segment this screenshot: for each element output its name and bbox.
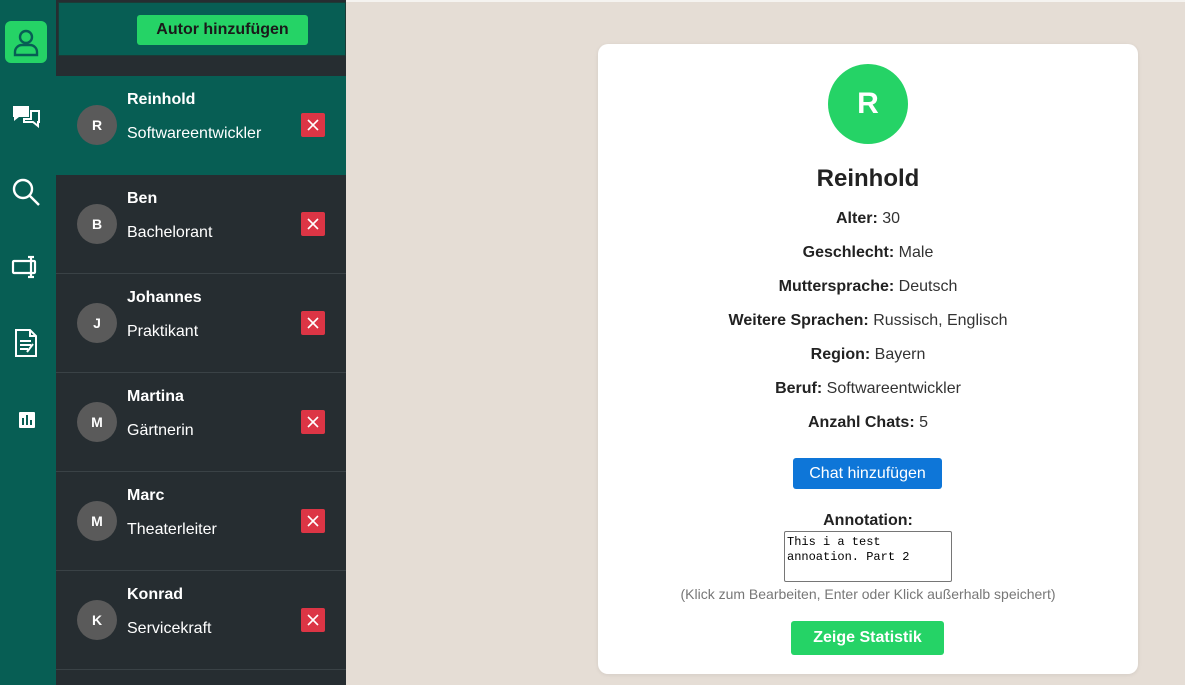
- field-value: Deutsch: [898, 278, 958, 295]
- delete-author-button[interactable]: [301, 608, 325, 632]
- device-icon: [11, 255, 37, 279]
- delete-author-button[interactable]: [301, 410, 325, 434]
- icon-sidebar: [0, 0, 56, 685]
- add-author-button[interactable]: Autor hinzufügen: [137, 15, 308, 45]
- profile-field-occupation: Beruf: Softwareentwickler: [598, 380, 1138, 398]
- field-label: Alter:: [835, 210, 878, 227]
- author-avatar: R: [77, 105, 117, 145]
- annotation-label: Annotation:: [823, 512, 913, 529]
- field-value: Male: [898, 244, 934, 261]
- author-list-header: Autor hinzufügen: [58, 2, 346, 56]
- author-name: Martina: [127, 388, 184, 405]
- author-role: Theaterleiter: [127, 521, 217, 538]
- delete-author-button[interactable]: [301, 113, 325, 137]
- profile-field-age: Alter: 30: [598, 210, 1138, 228]
- author-avatar: B: [77, 204, 117, 244]
- author-name: Konrad: [127, 586, 183, 603]
- author-item[interactable]: J Johannes Praktikant: [56, 274, 346, 373]
- field-label: Muttersprache:: [778, 278, 895, 295]
- author-avatar: M: [77, 501, 117, 541]
- author-role: Bachelorant: [127, 224, 213, 241]
- author-role: Softwareentwickler: [127, 125, 262, 142]
- document-icon: [15, 329, 37, 357]
- nav-statistics-button[interactable]: [5, 398, 47, 440]
- author-item[interactable]: M Marc Theaterleiter: [56, 472, 346, 571]
- add-chat-button[interactable]: Chat hinzufügen: [793, 458, 942, 489]
- author-name: Marc: [127, 487, 165, 504]
- nav-device-button[interactable]: [5, 246, 47, 288]
- nav-chats-button[interactable]: [5, 96, 47, 138]
- field-value: 30: [882, 210, 901, 227]
- annotation-hint: (Klick zum Bearbeiten, Enter oder Klick …: [680, 586, 1056, 602]
- field-label: Geschlecht:: [802, 244, 895, 261]
- delete-author-button[interactable]: [301, 212, 325, 236]
- author-avatar: M: [77, 402, 117, 442]
- field-label: Beruf:: [775, 380, 823, 397]
- close-icon: [307, 515, 319, 527]
- profile-field-other-languages: Weitere Sprachen: Russisch, Englisch: [598, 312, 1138, 330]
- field-value: Russisch, Englisch: [873, 312, 1008, 329]
- bar-chart-icon: [19, 412, 35, 428]
- profile-field-native-language: Muttersprache: Deutsch: [598, 278, 1138, 296]
- author-avatar: K: [77, 600, 117, 640]
- profile-name: Reinhold: [816, 165, 920, 192]
- profile-card: R Reinhold Alter: 30 Geschlecht: Male Mu…: [598, 44, 1138, 674]
- user-icon: [13, 29, 39, 57]
- nav-authors-button[interactable]: [5, 21, 47, 63]
- author-item[interactable]: B Ben Bachelorant: [56, 175, 346, 274]
- close-icon: [307, 614, 319, 626]
- profile-avatar: R: [828, 64, 908, 144]
- search-icon: [12, 178, 40, 206]
- author-name: Reinhold: [127, 91, 196, 108]
- profile-field-region: Region: Bayern: [598, 346, 1138, 364]
- close-icon: [307, 218, 319, 230]
- field-value: 5: [919, 414, 929, 431]
- author-role: Gärtnerin: [127, 422, 194, 439]
- author-name: Johannes: [127, 289, 202, 306]
- author-item[interactable]: M Martina Gärtnerin: [56, 373, 346, 472]
- main-area: R Reinhold Alter: 30 Geschlecht: Male Mu…: [346, 0, 1185, 685]
- field-value: Bayern: [874, 346, 926, 363]
- author-avatar: J: [77, 303, 117, 343]
- profile-field-chat-count: Anzahl Chats: 5: [598, 414, 1138, 432]
- author-name: Ben: [127, 190, 158, 207]
- show-statistics-button[interactable]: Zeige Statistik: [791, 621, 944, 655]
- delete-author-button[interactable]: [301, 311, 325, 335]
- field-value: Softwareentwickler: [826, 380, 961, 397]
- author-role: Servicekraft: [127, 620, 212, 637]
- nav-search-button[interactable]: [5, 171, 47, 213]
- author-list-panel: Autor hinzufügen R Reinhold Softwareentw…: [56, 0, 346, 685]
- author-item[interactable]: K Konrad Servicekraft: [56, 571, 346, 670]
- nav-documents-button[interactable]: [5, 322, 47, 364]
- field-label: Weitere Sprachen:: [728, 312, 869, 329]
- close-icon: [307, 119, 319, 131]
- annotation-textarea[interactable]: This i a test annoation. Part 2: [784, 531, 952, 582]
- field-label: Region:: [810, 346, 871, 363]
- profile-field-gender: Geschlecht: Male: [598, 244, 1138, 262]
- delete-author-button[interactable]: [301, 509, 325, 533]
- author-role: Praktikant: [127, 323, 199, 340]
- close-icon: [307, 317, 319, 329]
- field-label: Anzahl Chats:: [807, 414, 915, 431]
- close-icon: [307, 416, 319, 428]
- author-item[interactable]: R Reinhold Softwareentwickler: [56, 76, 346, 175]
- chat-icon: [13, 106, 40, 129]
